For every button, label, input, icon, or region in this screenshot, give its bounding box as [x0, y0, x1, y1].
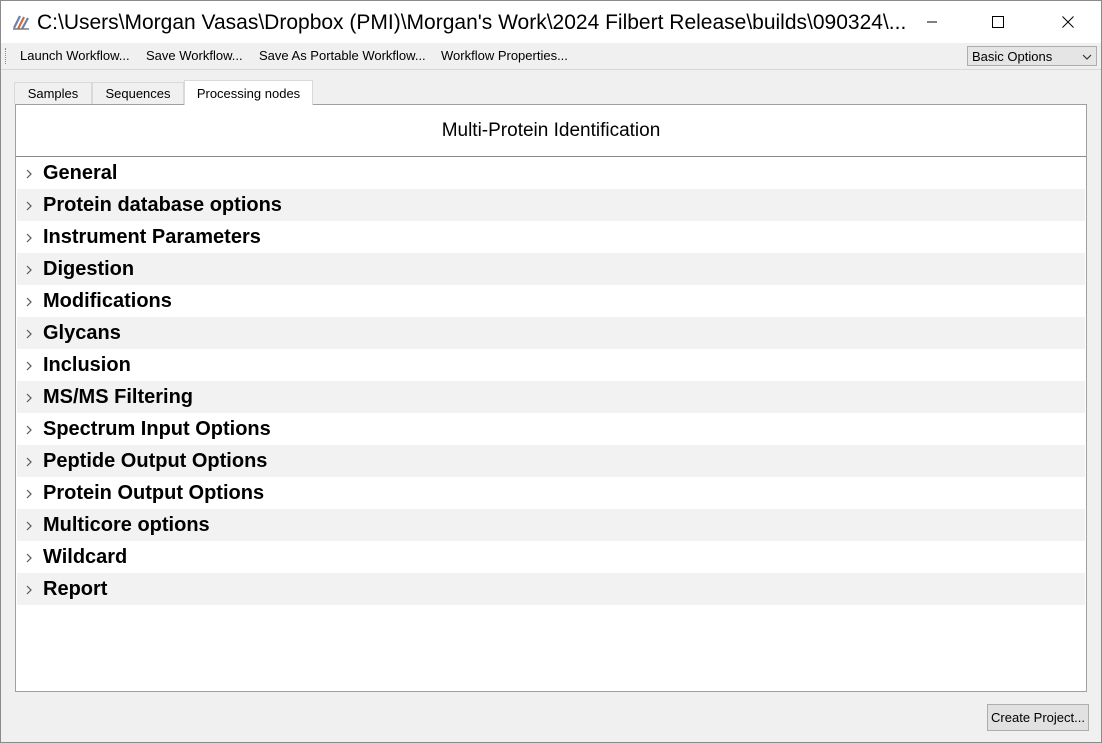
- section-label: Report: [43, 578, 108, 600]
- chevron-right-icon[interactable]: [25, 231, 33, 249]
- toolbar-grip-icon[interactable]: [5, 48, 9, 64]
- section-label: Instrument Parameters: [43, 226, 261, 248]
- save-workflow-button[interactable]: Save Workflow...: [146, 48, 243, 63]
- section-row[interactable]: Multicore options: [17, 509, 1085, 541]
- chevron-right-icon[interactable]: [25, 327, 33, 345]
- section-row[interactable]: MS/MS Filtering: [17, 381, 1085, 413]
- workflow-properties-button[interactable]: Workflow Properties...: [441, 48, 568, 63]
- panel-title: Multi-Protein Identification: [16, 105, 1086, 157]
- chevron-right-icon[interactable]: [25, 263, 33, 281]
- close-button[interactable]: [1045, 1, 1091, 43]
- toolbar: Launch Workflow... Save Workflow... Save…: [1, 43, 1101, 70]
- section-label: Protein database options: [43, 194, 282, 216]
- chevron-right-icon[interactable]: [25, 199, 33, 217]
- chevron-right-icon[interactable]: [25, 423, 33, 441]
- section-row[interactable]: Digestion: [17, 253, 1085, 285]
- chevron-right-icon[interactable]: [25, 551, 33, 569]
- section-label: Peptide Output Options: [43, 450, 268, 472]
- section-label: Wildcard: [43, 546, 128, 568]
- maximize-icon: [992, 16, 1004, 28]
- section-row[interactable]: Inclusion: [17, 349, 1085, 381]
- chevron-down-icon: [1082, 50, 1092, 68]
- chevron-right-icon[interactable]: [25, 519, 33, 537]
- chevron-right-icon[interactable]: [25, 167, 33, 185]
- section-label: Inclusion: [43, 354, 131, 376]
- section-row[interactable]: Peptide Output Options: [17, 445, 1085, 477]
- minimize-button[interactable]: [909, 1, 955, 43]
- chevron-right-icon[interactable]: [25, 391, 33, 409]
- section-label: Digestion: [43, 258, 135, 280]
- tab-samples-label: Samples: [27, 86, 79, 101]
- create-project-button[interactable]: Create Project...: [987, 704, 1089, 731]
- options-level-value: Basic Options: [972, 49, 1053, 64]
- tab-processing-nodes-label: Processing nodes: [196, 85, 301, 101]
- section-row[interactable]: Spectrum Input Options: [17, 413, 1085, 445]
- main-window: C:\Users\Morgan Vasas\Dropbox (PMI)\Morg…: [0, 0, 1102, 743]
- app-logo-icon: [11, 12, 31, 32]
- close-icon: [1062, 16, 1074, 28]
- chevron-right-icon[interactable]: [25, 455, 33, 473]
- chevron-right-icon[interactable]: [25, 583, 33, 601]
- section-row[interactable]: Glycans: [17, 317, 1085, 349]
- section-row[interactable]: Wildcard: [17, 541, 1085, 573]
- section-row[interactable]: Protein Output Options: [17, 477, 1085, 509]
- maximize-button[interactable]: [975, 1, 1021, 43]
- section-label: Protein Output Options: [43, 482, 265, 504]
- chevron-right-icon[interactable]: [25, 487, 33, 505]
- tab-sequences-label: Sequences: [105, 86, 171, 101]
- title-bar: C:\Users\Morgan Vasas\Dropbox (PMI)\Morg…: [1, 1, 1101, 43]
- processing-node-panel: Multi-Protein Identification General Prot…: [15, 104, 1087, 692]
- section-label: MS/MS Filtering: [43, 386, 193, 408]
- section-row[interactable]: Report: [17, 573, 1085, 605]
- section-label: Glycans: [43, 322, 121, 344]
- section-row[interactable]: Protein database options: [17, 189, 1085, 221]
- section-list: General Protein database options Instrumen…: [17, 157, 1085, 605]
- tab-samples[interactable]: Samples: [14, 82, 92, 104]
- chevron-right-icon[interactable]: [25, 359, 33, 377]
- tab-processing-nodes[interactable]: Processing nodes: [184, 80, 313, 105]
- section-row[interactable]: Instrument Parameters: [17, 221, 1085, 253]
- chevron-right-icon[interactable]: [25, 295, 33, 313]
- section-label: Modifications: [43, 290, 172, 312]
- create-project-label: Create Project...: [991, 710, 1085, 725]
- launch-workflow-button[interactable]: Launch Workflow...: [20, 48, 130, 63]
- section-label: Spectrum Input Options: [43, 418, 271, 440]
- window-title: C:\Users\Morgan Vasas\Dropbox (PMI)\Morg…: [37, 11, 907, 34]
- options-level-select[interactable]: Basic Options: [967, 46, 1097, 66]
- panel-title-text: Multi-Protein Identification: [441, 119, 661, 141]
- minimize-icon: [927, 21, 937, 23]
- section-label: General: [43, 162, 118, 184]
- section-row[interactable]: Modifications: [17, 285, 1085, 317]
- tab-sequences[interactable]: Sequences: [92, 82, 184, 104]
- section-label: Multicore options: [43, 514, 210, 536]
- save-portable-workflow-button[interactable]: Save As Portable Workflow...: [259, 48, 426, 63]
- section-row[interactable]: General: [17, 157, 1085, 189]
